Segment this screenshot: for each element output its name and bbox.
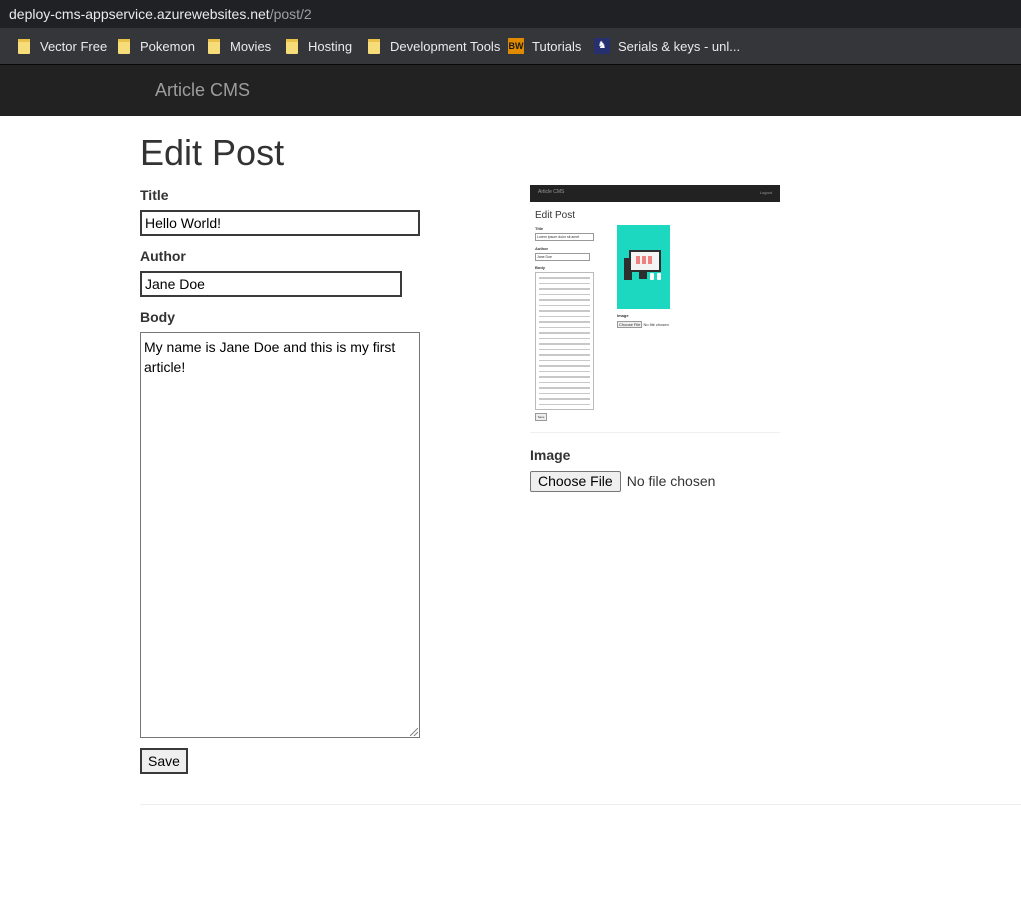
folder-icon: [118, 38, 130, 54]
thumbnail-file-input: Choose File No file chosen: [617, 321, 669, 328]
thumbnail-image-label: Image: [617, 313, 629, 318]
navbar-brand[interactable]: Article CMS: [155, 65, 250, 116]
bookmark-serials-keys[interactable]: ♞ Serials & keys - unl...: [594, 28, 740, 64]
url-text[interactable]: deploy-cms-appservice.azurewebsites.net/…: [9, 0, 312, 28]
thumbnail-save-button: Save: [535, 413, 547, 421]
cup-icon: [657, 273, 661, 280]
bookmark-label: Movies: [230, 38, 272, 54]
url-host: deploy-cms-appservice.azurewebsites.net: [9, 6, 270, 22]
cup-icon: [650, 273, 654, 280]
thumbnail-title-label: Title: [535, 226, 544, 231]
thumbnail-choose-file: Choose File: [617, 321, 643, 328]
bookmark-label: Tutorials: [532, 38, 582, 54]
keygen-icon: ♞: [594, 38, 610, 54]
thumbnail-heading: Edit Post: [535, 210, 576, 221]
folder-icon: [368, 38, 380, 54]
page-title: Edit Post: [140, 132, 285, 173]
site-navbar: Article CMS: [0, 64, 1021, 116]
bookmark-label: Development Tools: [390, 38, 501, 54]
thumbnail-author-input: Jane Doe: [535, 253, 590, 261]
thumbnail-body-label: Body: [535, 265, 545, 270]
bookmark-label: Serials & keys - unl...: [618, 38, 741, 54]
folder-icon: [18, 38, 30, 54]
bookmark-pokemon[interactable]: Pokemon: [118, 28, 195, 64]
bookmark-development-tools[interactable]: Development Tools: [368, 28, 500, 64]
thumbnail-body-textarea: [535, 272, 594, 410]
monitor-stand-icon: [639, 271, 647, 279]
thumbnail-brand: Article CMS: [538, 189, 565, 195]
image-label: Image: [530, 447, 571, 463]
bookmark-label: Vector Free: [40, 38, 108, 54]
current-image-preview: Article CMS Logout Edit Post Title Lorem…: [530, 185, 780, 433]
bookmark-movies[interactable]: Movies: [208, 28, 271, 64]
bw-icon: BW: [508, 38, 524, 54]
resize-grip-icon[interactable]: [410, 728, 418, 736]
bookmark-label: Pokemon: [140, 38, 195, 54]
thumbnail-author-label: Author: [535, 246, 549, 251]
file-status-text: No file chosen: [626, 473, 716, 489]
thumbnail-login: Logout: [759, 190, 772, 195]
bookmark-tutorials[interactable]: BW Tutorials: [508, 28, 581, 64]
author-input[interactable]: Jane Doe: [140, 271, 402, 297]
choose-file-button[interactable]: Choose File: [530, 470, 621, 492]
body-text: My name is Jane Doe and this is my first…: [144, 339, 400, 375]
folder-icon: [208, 38, 220, 54]
bookmark-label: Hosting: [308, 38, 353, 54]
folder-icon: [286, 38, 298, 54]
browser-url-bar[interactable]: deploy-cms-appservice.azurewebsites.net/…: [0, 0, 1021, 28]
author-label: Author: [140, 248, 186, 264]
bookmarks-bar: Vector Free Pokemon Movies Hosting Devel…: [0, 28, 1021, 64]
title-label: Title: [140, 187, 169, 203]
thumbnail-navbar: Article CMS Logout: [530, 185, 780, 202]
url-path: /post/2: [269, 6, 312, 22]
image-file-input: Choose File No file chosen: [530, 470, 715, 492]
footer-divider: [140, 804, 1021, 805]
save-button[interactable]: Save: [140, 748, 188, 774]
bookmark-vector-free[interactable]: Vector Free: [18, 28, 107, 64]
thumbnail-desk-illustration: [617, 225, 670, 309]
title-input[interactable]: Hello World!: [140, 210, 420, 236]
body-textarea[interactable]: My name is Jane Doe and this is my first…: [140, 332, 420, 738]
thumbnail-file-status: No file chosen: [643, 322, 669, 327]
body-label: Body: [140, 309, 175, 325]
bookmark-hosting[interactable]: Hosting: [286, 28, 352, 64]
monitor-icon: [629, 250, 661, 272]
thumbnail-title-input: Lorem ipsum dolor sit amet: [535, 233, 594, 241]
